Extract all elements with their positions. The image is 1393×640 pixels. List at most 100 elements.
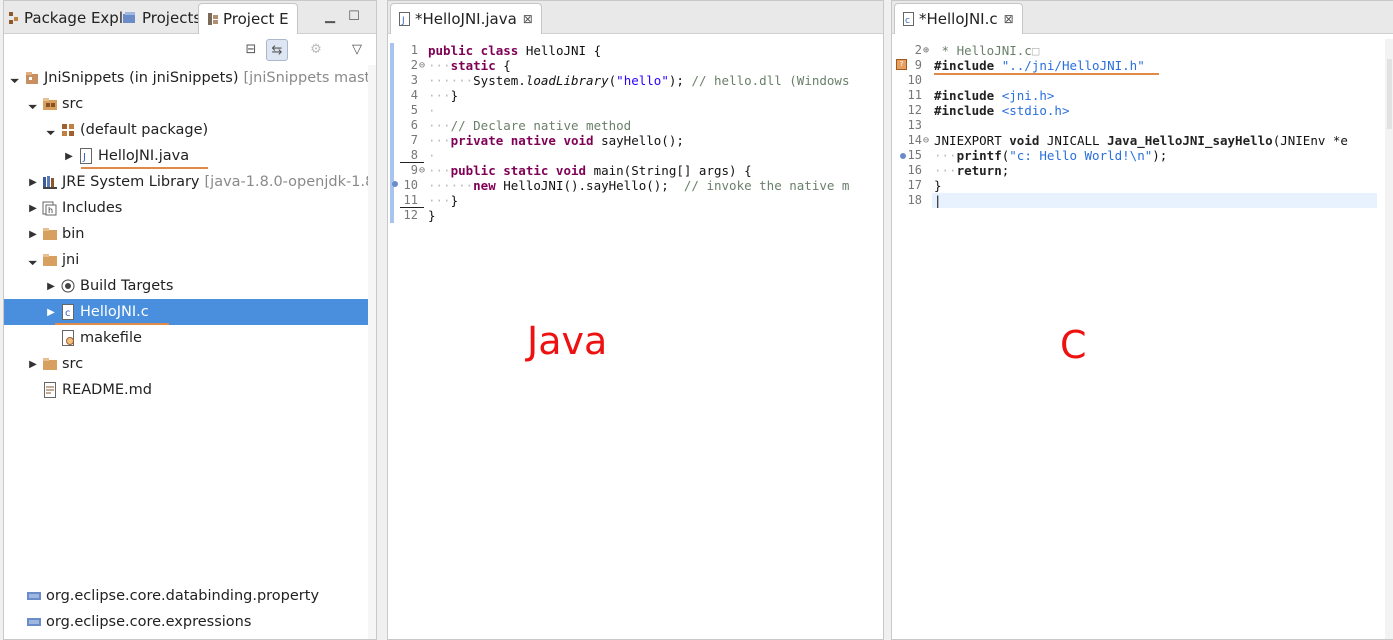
tree-item[interactable]: ◢ src — [4, 91, 376, 117]
code-token: ··· — [934, 148, 957, 163]
jar-item[interactable]: org.eclipse.core.databinding.property — [4, 583, 376, 609]
tree-item[interactable]: ▶ J HelloJNI.java — [4, 143, 376, 169]
expand-fold-icon[interactable]: ⊕ — [923, 43, 933, 58]
code-token: <jni.h> — [1001, 88, 1055, 103]
collapse-arrow-icon[interactable]: ▶ — [28, 203, 38, 214]
line-number: 12 — [907, 103, 922, 117]
occurrence-marker-icon — [900, 153, 906, 159]
overview-ruler — [1387, 59, 1392, 129]
expand-arrow-icon[interactable]: ◢ — [44, 123, 57, 136]
code-line: * HelloJNI.c□ — [934, 43, 1040, 58]
code-line: · — [428, 103, 436, 118]
code-token: ··· — [428, 133, 451, 148]
close-icon[interactable]: ⊠ — [523, 12, 533, 26]
tab-project-explorer[interactable]: Project E — [198, 3, 298, 34]
highlight-underline — [81, 167, 208, 169]
tree-item-label: bin — [62, 226, 85, 242]
c-editor-scrollbar[interactable] — [1385, 39, 1393, 639]
code-token: sayHello(); — [601, 133, 684, 148]
line-number: 14 — [907, 133, 922, 147]
collapse-arrow-icon[interactable]: ▶ — [46, 281, 56, 292]
link-with-editor-icon[interactable]: ⇆ — [266, 39, 288, 61]
folder-icon — [42, 226, 58, 242]
tab-label: Package Expl — [24, 9, 123, 27]
tree-item[interactable]: ▶ h Includes — [4, 195, 376, 221]
expand-arrow-icon[interactable]: ◢ — [8, 71, 21, 84]
tab-projects[interactable]: Projects — [122, 3, 201, 33]
code-token: ··· — [428, 163, 451, 178]
code-line: ···printf("c: Hello World!\n"); — [934, 148, 1167, 163]
code-line: #include "../jni/HelloJNI.h" — [934, 58, 1145, 73]
code-token: { — [495, 58, 511, 73]
package-icon — [60, 122, 76, 138]
c-editor-tab-bar: c *HelloJNI.c ⊠ — [892, 1, 1393, 34]
maximize-icon[interactable]: ☐ — [344, 6, 364, 26]
tab-hellojni-java[interactable]: J *HelloJNI.java ⊠ — [390, 3, 542, 34]
code-line: JNIEXPORT void JNICALL Java_HelloJNI_say… — [934, 133, 1348, 148]
tree-item[interactable]: makefile — [4, 325, 376, 351]
code-line: | — [934, 193, 942, 208]
close-icon[interactable]: ⊠ — [1004, 12, 1014, 26]
code-line: ···public static void main(String[] args… — [428, 163, 752, 178]
code-token: □ — [1031, 43, 1040, 58]
tree-item[interactable]: ▶ Build Targets — [4, 273, 376, 299]
code-token: main(String[] args) { — [593, 163, 752, 178]
line-number: 10 — [907, 73, 922, 87]
tab-package-explorer[interactable]: Package Expl — [8, 3, 123, 33]
tree-item[interactable]: ◢ JniSnippets (in jniSnippets) [jniSnippet… — [4, 65, 376, 91]
collapse-arrow-icon[interactable]: ▶ — [28, 229, 38, 240]
tree-item-suffix: [jniSnippets master] — [243, 70, 377, 86]
tree-item[interactable]: ▶ c HelloJNI.c — [4, 299, 376, 325]
java-file-icon: J — [78, 148, 94, 164]
code-token: ); — [1152, 148, 1168, 163]
library-icon — [42, 174, 58, 190]
c-annotation: C — [1060, 323, 1087, 367]
code-line: ···return; — [934, 163, 1009, 178]
code-line: ···} — [428, 88, 458, 103]
tree-item[interactable]: ▶ JRE System Library [java-1.8.0-openjdk-1… — [4, 169, 376, 195]
expand-arrow-icon[interactable]: ◢ — [26, 253, 39, 266]
code-token: <stdio.h> — [1001, 103, 1070, 118]
minimize-icon[interactable]: ▁ — [320, 6, 340, 26]
explorer-scrollbar[interactable] — [368, 65, 376, 639]
collapse-arrow-icon[interactable]: ▶ — [64, 151, 74, 162]
tree-item-suffix: [java-1.8.0-openjdk-1.8.0.102 — [204, 174, 376, 190]
code-token: HelloJNI().sayHello(); — [503, 178, 684, 193]
line-number: 18 — [907, 193, 922, 207]
view-menu-icon[interactable]: ▽ — [347, 39, 367, 59]
tab-label: *HelloJNI.c — [919, 10, 998, 28]
collapse-fold-icon[interactable]: ⊖ — [923, 133, 933, 148]
collapse-arrow-icon[interactable]: ▶ — [46, 307, 56, 318]
tree-item[interactable]: ▶ bin — [4, 221, 376, 247]
code-line: ······System.loadLibrary("hello"); // he… — [428, 73, 849, 88]
project-explorer-icon — [207, 12, 219, 26]
code-token: JNICALL — [1046, 133, 1108, 148]
expand-arrow-icon[interactable]: ◢ — [26, 97, 39, 110]
collapse-all-icon[interactable]: ⊟ — [241, 39, 261, 59]
tree-item[interactable]: ▶ src — [4, 351, 376, 377]
filter-icon[interactable]: ⚙ — [306, 39, 326, 59]
collapse-arrow-icon[interactable]: ▶ — [28, 177, 38, 188]
project-explorer-panel: Package Expl Projects Project E ▁ ☐ ⊟ ⇆ … — [3, 0, 377, 640]
code-line: public class HelloJNI { — [428, 43, 601, 58]
code-line: ···// Declare native method — [428, 118, 631, 133]
tree-item[interactable]: ◢ (default package) — [4, 117, 376, 143]
code-token: printf — [956, 148, 1002, 163]
collapse-arrow-icon[interactable]: ▶ — [28, 359, 38, 370]
tree-item[interactable]: ◢ jni — [4, 247, 376, 273]
java-code-area[interactable]: 1 public class HelloJNI {2 ⊖ ···static {3 ··… — [388, 39, 883, 639]
tab-hellojni-c[interactable]: c *HelloJNI.c ⊠ — [894, 3, 1023, 34]
jar-item[interactable]: org.eclipse.core.expressions — [4, 609, 376, 635]
tree-item[interactable]: README.md — [4, 377, 376, 403]
tree-item-label: README.md — [62, 382, 152, 398]
code-token: ··· — [428, 88, 451, 103]
code-token: // Declare native method — [450, 118, 632, 133]
code-token: | — [934, 193, 942, 208]
code-token: JNIEXPORT — [934, 133, 1010, 148]
c-code-area[interactable]: 2 ⊕ * HelloJNI.c□ 9 #include "../jni/HelloJ… — [892, 39, 1393, 639]
folder-icon — [42, 356, 58, 372]
explorer-tab-bar: Package Expl Projects Project E ▁ ☐ — [4, 1, 376, 34]
line-number: 11 — [907, 88, 922, 102]
folder-icon — [42, 252, 58, 268]
package-explorer-icon — [8, 11, 20, 25]
